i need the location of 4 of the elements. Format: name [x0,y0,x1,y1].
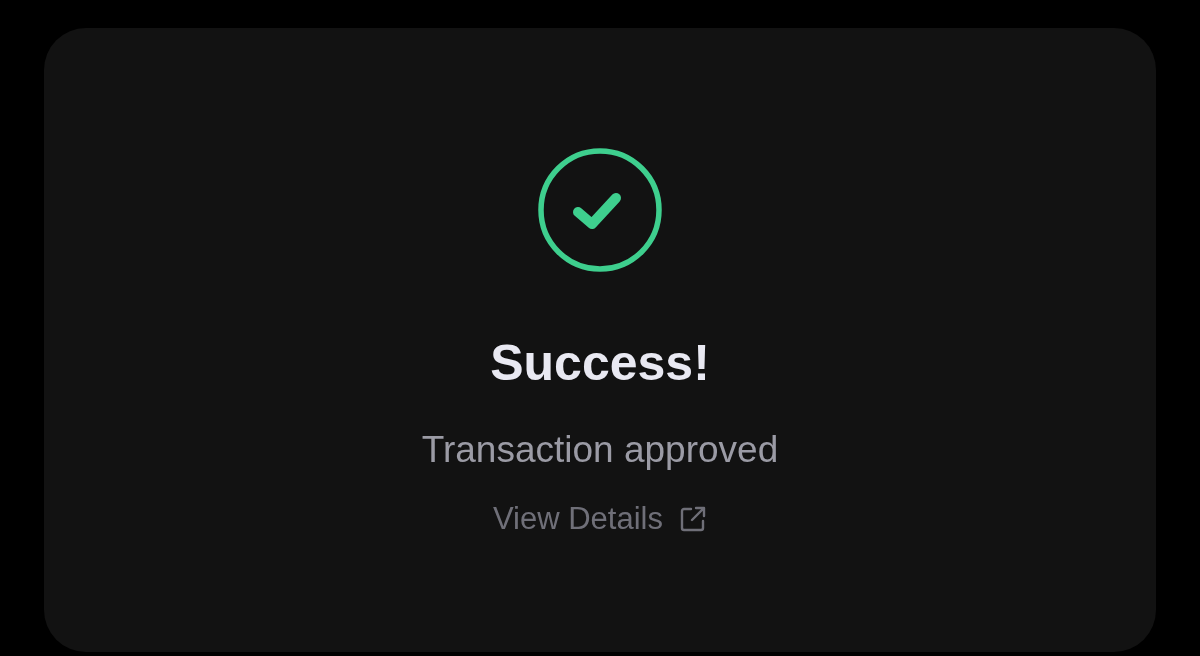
view-details-link[interactable]: View Details [493,500,707,538]
status-message: Transaction approved [421,428,779,472]
status-title: Success! [490,334,710,392]
external-link-icon [679,505,707,533]
